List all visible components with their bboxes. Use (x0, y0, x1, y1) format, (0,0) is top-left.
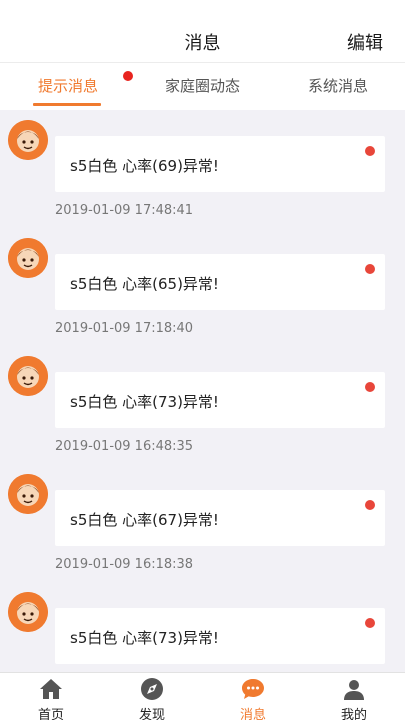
unread-dot (365, 264, 375, 274)
unread-badge (123, 71, 133, 81)
avatar-icon (8, 120, 48, 160)
profile-icon (342, 677, 366, 701)
nav-label: 发现 (138, 708, 165, 720)
message-bubble[interactable]: s5白色 心率(73)异常! (55, 608, 385, 664)
message-time: 2019-01-09 16:48:35 (55, 439, 194, 454)
list-item[interactable]: s5白色 心率(65)异常! 2019-01-09 17:18:40 (0, 228, 405, 346)
message-text: s5白色 心率(67)异常! (70, 511, 219, 529)
unread-dot (365, 146, 375, 156)
message-text: s5白色 心率(73)异常! (70, 393, 219, 411)
avatar-icon (8, 474, 48, 514)
nav-label: 我的 (340, 708, 367, 720)
message-time: 2019-01-09 17:48:41 (55, 203, 194, 218)
message-bubble[interactable]: s5白色 心率(65)异常! (55, 254, 385, 310)
edit-button[interactable]: 编辑 (347, 29, 383, 55)
nav-discover[interactable]: 发现 (122, 673, 182, 720)
avatar-icon (8, 592, 48, 632)
unread-dot (365, 618, 375, 628)
app-screen: 消息 编辑 提示消息 家庭圈动态 系统消息 s5白色 心率(69)异常! 201… (0, 0, 405, 720)
avatar-icon (8, 238, 48, 278)
message-bubble[interactable]: s5白色 心率(69)异常! (55, 136, 385, 192)
tab-family-circle[interactable]: 家庭圈动态 (165, 75, 240, 96)
message-bubble[interactable]: s5白色 心率(73)异常! (55, 372, 385, 428)
nav-home[interactable]: 首页 (21, 673, 81, 720)
chat-icon (241, 677, 265, 701)
message-text: s5白色 心率(69)异常! (70, 157, 219, 175)
message-time: 2019-01-09 17:18:40 (55, 321, 194, 336)
message-time: 2019-01-09 16:18:38 (55, 557, 194, 572)
message-bubble[interactable]: s5白色 心率(67)异常! (55, 490, 385, 546)
home-icon (39, 677, 63, 701)
nav-label: 首页 (37, 708, 64, 720)
list-item[interactable]: s5白色 心率(69)异常! 2019-01-09 17:48:41 (0, 110, 405, 228)
message-list[interactable]: s5白色 心率(69)异常! 2019-01-09 17:48:41 s5白色 … (0, 110, 405, 672)
list-item[interactable]: s5白色 心率(67)异常! 2019-01-09 16:18:38 (0, 464, 405, 582)
active-tab-indicator (33, 103, 101, 106)
tab-bar: 提示消息 家庭圈动态 系统消息 (0, 62, 405, 110)
bottom-nav: 首页 发现 消息 我的 (0, 672, 405, 720)
message-text: s5白色 心率(65)异常! (70, 275, 219, 293)
list-item[interactable]: s5白色 心率(73)异常! 2019-01-09 16:48:35 (0, 346, 405, 464)
page-title: 消息 (184, 33, 221, 54)
unread-dot (365, 500, 375, 510)
nav-messages[interactable]: 消息 (223, 673, 283, 720)
nav-profile[interactable]: 我的 (324, 673, 384, 720)
message-text: s5白色 心率(73)异常! (70, 629, 219, 647)
header-bar: 消息 编辑 (0, 0, 405, 62)
unread-dot (365, 382, 375, 392)
avatar-icon (8, 356, 48, 396)
nav-label: 消息 (239, 708, 266, 720)
tab-system[interactable]: 系统消息 (308, 75, 368, 96)
tab-alerts[interactable]: 提示消息 (38, 75, 98, 96)
list-item[interactable]: s5白色 心率(73)异常! (0, 582, 405, 672)
compass-icon (140, 677, 164, 701)
